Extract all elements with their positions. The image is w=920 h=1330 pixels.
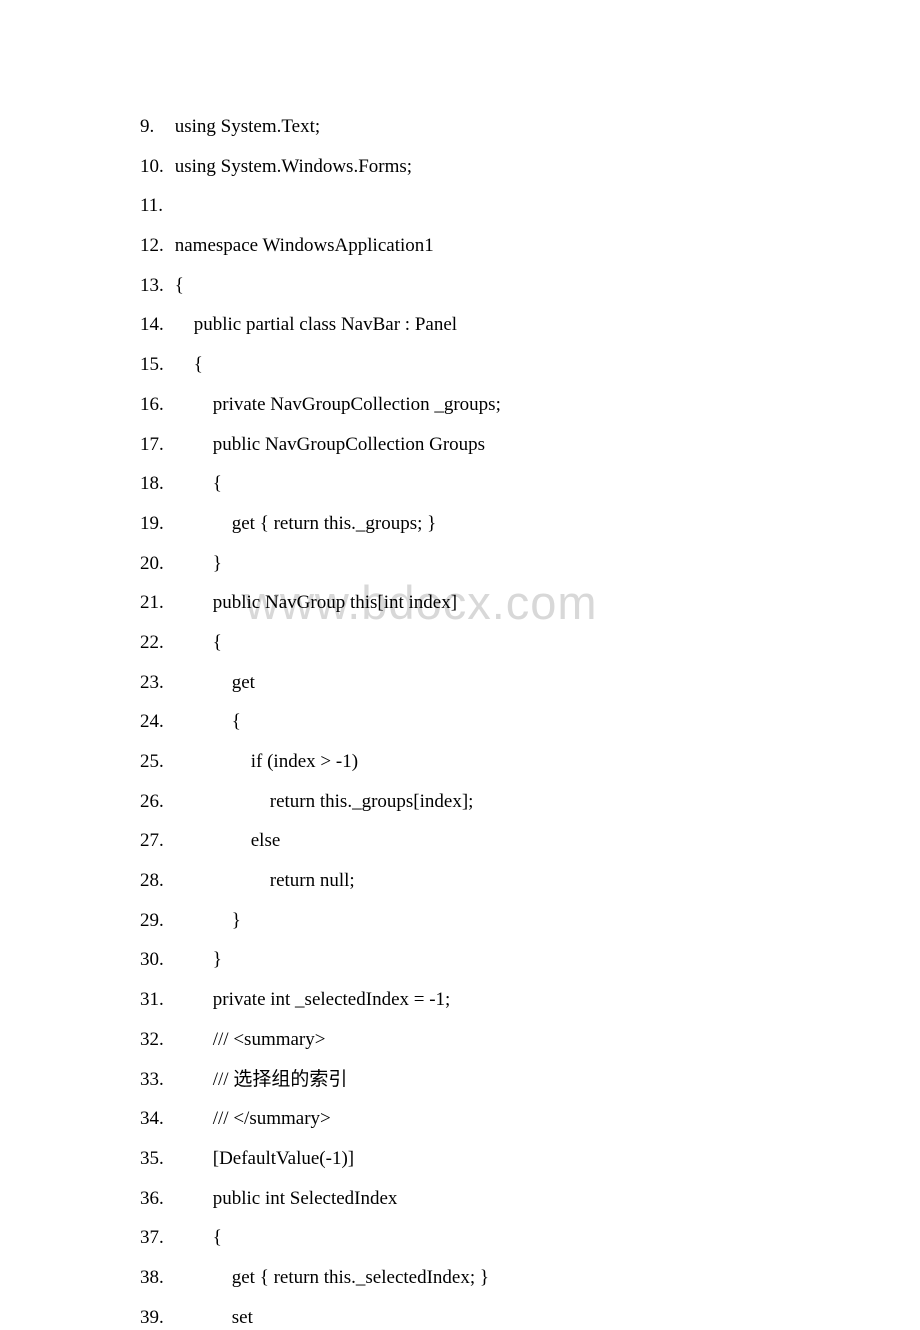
code-line: 19. get { return this._groups; } [140,512,780,537]
code-line: 16. private NavGroupCollection _groups; [140,393,780,418]
code-line: 36. public int SelectedIndex [140,1187,780,1212]
line-number: 37. [140,1226,170,1251]
code-line: 9. using System.Text; [140,115,780,140]
code-text: public NavGroupCollection Groups [170,433,485,458]
code-text: return this._groups[index]; [170,790,473,815]
code-text: } [170,909,241,934]
code-line: 34. /// </summary> [140,1107,780,1132]
code-line: 20. } [140,552,780,577]
code-line: 32. /// <summary> [140,1028,780,1053]
code-text: { [170,710,241,735]
code-line: 18. { [140,472,780,497]
code-text: public int SelectedIndex [170,1187,397,1212]
line-number: 9. [140,115,170,140]
line-number: 16. [140,393,170,418]
code-line: 10. using System.Windows.Forms; [140,155,780,180]
line-number: 21. [140,591,170,616]
code-line: 29. } [140,909,780,934]
code-text: { [170,1226,222,1251]
code-line: 31. private int _selectedIndex = -1; [140,988,780,1013]
code-text: [DefaultValue(-1)] [170,1147,354,1172]
code-text: return null; [170,869,355,894]
code-text: get { return this._selectedIndex; } [170,1266,489,1291]
line-number: 33. [140,1068,170,1093]
line-number: 23. [140,671,170,696]
code-text: if (index > -1) [170,750,358,775]
line-number: 28. [140,869,170,894]
code-text: { [170,353,203,378]
line-number: 24. [140,710,170,735]
line-number: 11. [140,194,170,219]
code-text: { [170,274,184,299]
line-number: 27. [140,829,170,854]
code-line: 35. [DefaultValue(-1)] [140,1147,780,1172]
code-line: 39. set [140,1306,780,1330]
code-text: get { return this._groups; } [170,512,436,537]
code-text: /// <summary> [170,1028,325,1053]
code-line: 30. } [140,948,780,973]
code-line: 21. public NavGroup this[int index] [140,591,780,616]
code-text: /// 选择组的索引 [170,1068,347,1093]
code-line: 37. { [140,1226,780,1251]
line-number: 18. [140,472,170,497]
code-text: private int _selectedIndex = -1; [170,988,450,1013]
line-number: 15. [140,353,170,378]
code-text: } [170,948,222,973]
line-number: 38. [140,1266,170,1291]
code-block: 9. using System.Text; 10. using System.W… [140,115,780,1330]
code-text: { [170,631,222,656]
line-number: 14. [140,313,170,338]
line-number: 25. [140,750,170,775]
code-line: 27. else [140,829,780,854]
line-number: 39. [140,1306,170,1330]
line-number: 10. [140,155,170,180]
line-number: 34. [140,1107,170,1132]
line-number: 13. [140,274,170,299]
code-line: 12. namespace WindowsApplication1 [140,234,780,259]
line-number: 19. [140,512,170,537]
line-number: 32. [140,1028,170,1053]
code-line: 33. /// 选择组的索引 [140,1068,780,1093]
code-text: private NavGroupCollection _groups; [170,393,501,418]
code-line: 25. if (index > -1) [140,750,780,775]
code-line: 14. public partial class NavBar : Panel [140,313,780,338]
code-line: 11. [140,194,780,219]
code-text: namespace WindowsApplication1 [170,234,434,259]
code-text: using System.Text; [170,115,320,140]
code-text: get [170,671,255,696]
line-number: 20. [140,552,170,577]
code-text: { [170,472,222,497]
line-number: 30. [140,948,170,973]
code-line: 28. return null; [140,869,780,894]
code-line: 38. get { return this._selectedIndex; } [140,1266,780,1291]
line-number: 29. [140,909,170,934]
code-text: public partial class NavBar : Panel [170,313,457,338]
code-line: 26. return this._groups[index]; [140,790,780,815]
line-number: 35. [140,1147,170,1172]
line-number: 26. [140,790,170,815]
code-text: public NavGroup this[int index] [170,591,457,616]
code-text: using System.Windows.Forms; [170,155,412,180]
code-text: set [170,1306,253,1330]
code-line: 13. { [140,274,780,299]
code-text: } [170,552,222,577]
code-line: 17. public NavGroupCollection Groups [140,433,780,458]
code-line: 24. { [140,710,780,735]
line-number: 12. [140,234,170,259]
line-number: 36. [140,1187,170,1212]
code-line: 23. get [140,671,780,696]
code-line: 15. { [140,353,780,378]
line-number: 22. [140,631,170,656]
line-number: 31. [140,988,170,1013]
line-number: 17. [140,433,170,458]
code-line: 22. { [140,631,780,656]
code-text: else [170,829,280,854]
code-text: /// </summary> [170,1107,331,1132]
